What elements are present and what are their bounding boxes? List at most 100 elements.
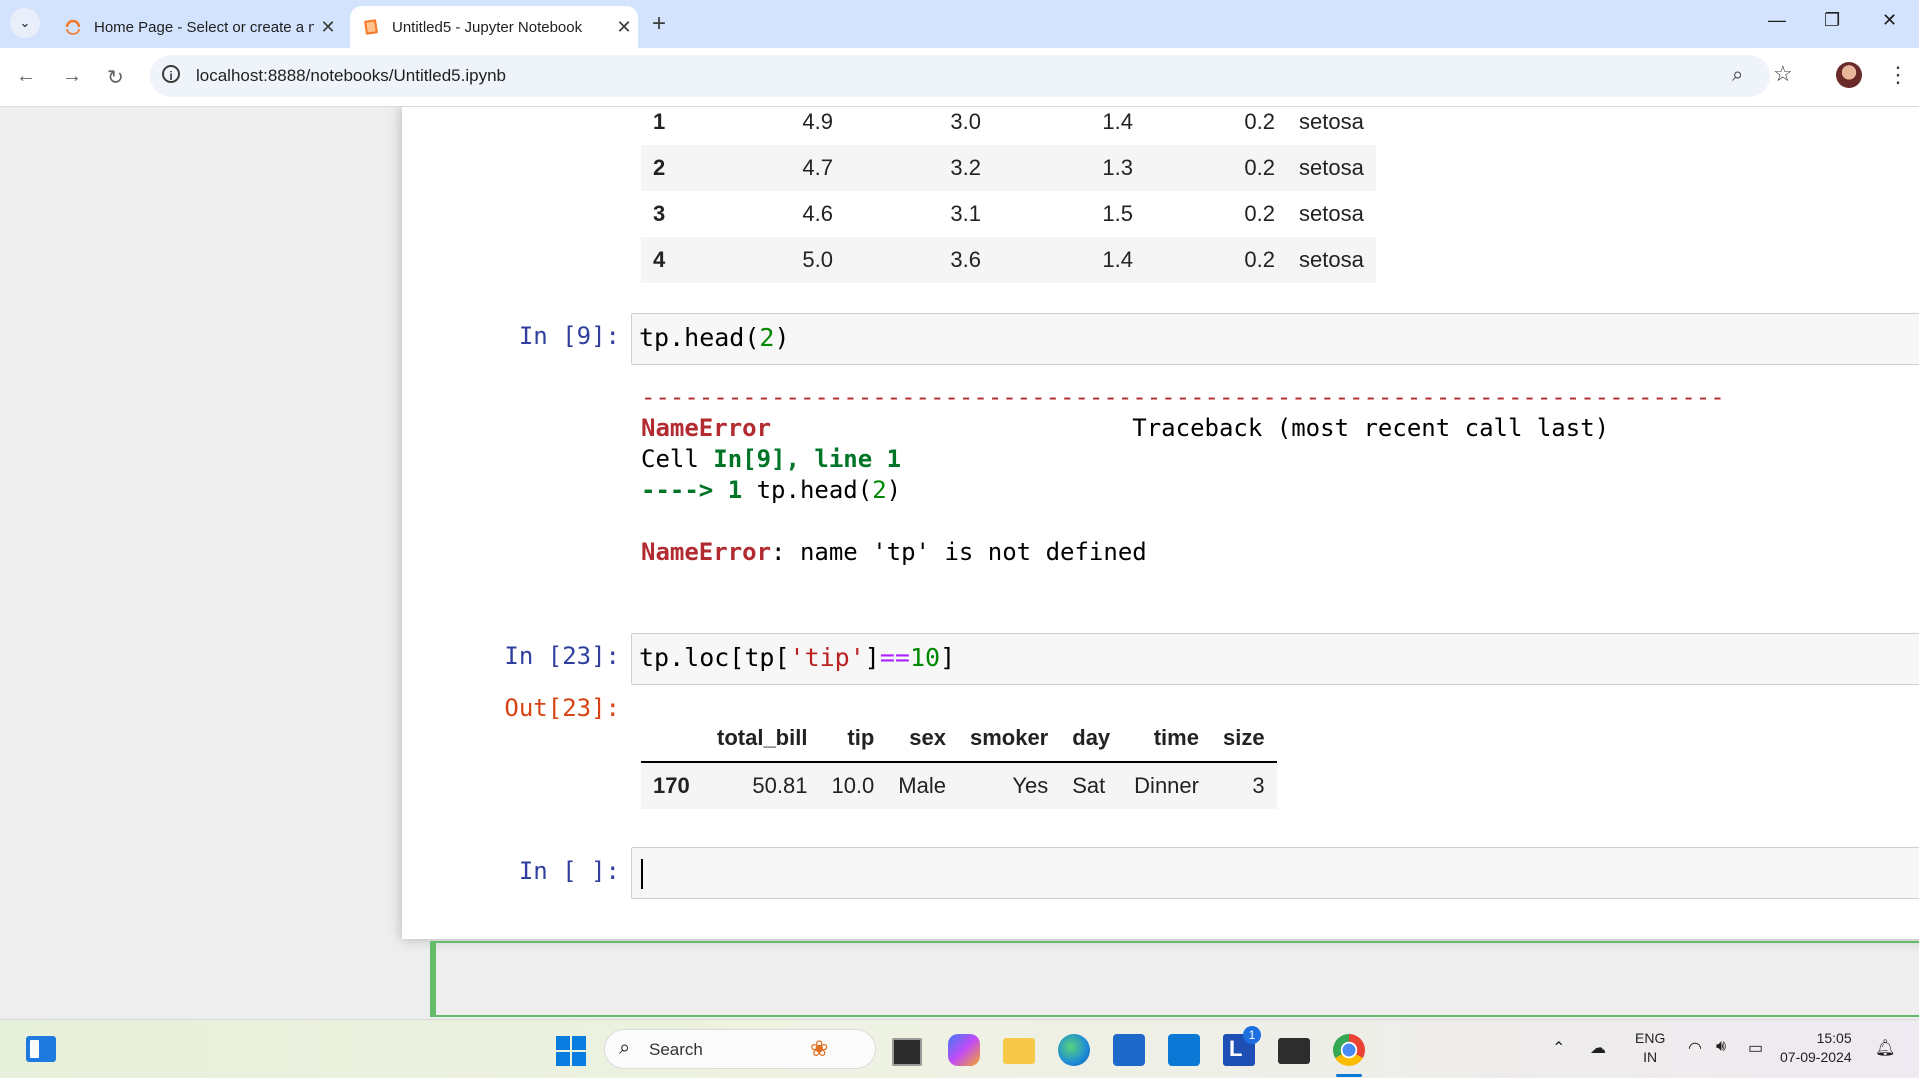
cell: 10.0 (819, 762, 887, 809)
clock[interactable]: 15:05 07-09-2024 (1780, 1029, 1852, 1067)
app-icon[interactable] (1168, 1034, 1200, 1066)
row-index: 4 (641, 237, 705, 283)
address-bar[interactable]: i localhost:8888/notebooks/Untitled5.ipy… (150, 55, 1770, 97)
jupyter-icon (65, 19, 81, 35)
address-url[interactable]: localhost:8888/notebooks/Untitled5.ipynb (196, 66, 506, 86)
edge-icon[interactable] (1058, 1034, 1090, 1066)
table-header-row: total_bill tip sex smoker day time size (641, 715, 1277, 762)
close-window-icon[interactable]: ✕ (1882, 10, 1897, 31)
chrome-icon[interactable] (1333, 1034, 1365, 1066)
cell: 1.4 (993, 237, 1145, 283)
column-header: total_bill (717, 725, 808, 750)
close-icon[interactable]: ✕ (610, 17, 638, 38)
cell: setosa (1287, 237, 1376, 283)
code-text[interactable]: tp.head(2) (639, 323, 790, 352)
cell: 3.6 (845, 237, 993, 283)
browser-toolbar: ← → ↻ i localhost:8888/notebooks/Untitle… (0, 48, 1919, 107)
restore-icon[interactable]: ❐ (1824, 10, 1840, 31)
notification-bell-icon[interactable]: 🔔︎ (1875, 1038, 1895, 1058)
tab-title: Home Page - Select or create a notebook (94, 18, 314, 36)
code-cell-input[interactable]: tp.loc[tp['tip']==10] (631, 633, 1919, 685)
cell: setosa (1299, 109, 1364, 134)
chevron-down-icon: ⌄ (19, 15, 31, 30)
tab-home-page[interactable]: Home Page - Select or create a notebook … (52, 6, 342, 48)
cell: 3 (1210, 762, 1277, 809)
language-indicator[interactable]: ENG IN (1635, 1029, 1665, 1067)
cell: 0.2 (1244, 201, 1275, 226)
store-icon[interactable] (1113, 1034, 1145, 1066)
cell: 3.0 (950, 109, 981, 134)
cell: 3.1 (950, 201, 981, 226)
selected-code-cell[interactable] (430, 941, 1919, 1017)
site-info-icon[interactable]: i (162, 65, 180, 83)
taskbar: ⌕ Search ❀ L 1 ⌃ ☁ ENG IN ◠ 🔊︎ ▭ 15:05 0… (0, 1019, 1919, 1078)
cell: setosa (1287, 145, 1376, 191)
task-view-icon[interactable] (892, 1038, 922, 1066)
cell: Sat (1060, 762, 1123, 809)
search-icon: ⌕ (619, 1037, 631, 1059)
column-header: size (1222, 725, 1265, 750)
output-prompt: Out[23]: (504, 694, 620, 722)
zoom-icon[interactable]: ⌕ (1732, 64, 1743, 87)
chevron-up-icon[interactable]: ⌃ (1552, 1038, 1565, 1058)
index-header (641, 715, 705, 762)
windows-start-icon[interactable] (556, 1036, 586, 1066)
input-prompt: In [23]: (504, 642, 620, 670)
row-index: 3 (653, 201, 666, 226)
terminal-icon[interactable] (1278, 1038, 1310, 1064)
empty-code-input[interactable] (631, 847, 1919, 899)
table-row: 1 4.9 3.0 1.4 0.2 setosa (641, 107, 1376, 145)
menu-dots-icon[interactable]: ⋮ (1887, 62, 1909, 88)
cell: 0.2 (1145, 237, 1287, 283)
cell: 1.3 (993, 145, 1145, 191)
onedrive-cloud-icon[interactable]: ☁ (1590, 1038, 1606, 1058)
code-cell-input[interactable]: tp.head(2) (631, 313, 1919, 365)
taskbar-search[interactable]: ⌕ Search ❀ (604, 1029, 876, 1069)
widgets-icon[interactable] (26, 1036, 56, 1062)
cell: 0.2 (1145, 145, 1287, 191)
row-index: 170 (641, 762, 705, 809)
table-row: 2 4.7 3.2 1.3 0.2 setosa (641, 145, 1376, 191)
cell: 4.9 (802, 109, 833, 134)
iris-dataframe: 1 4.9 3.0 1.4 0.2 setosa 2 4.7 3.2 1.3 0… (641, 107, 1376, 283)
cell: 1.5 (1102, 201, 1133, 226)
column-header: tip (847, 725, 875, 750)
reload-icon[interactable]: ↻ (107, 65, 124, 90)
forward-arrow-icon[interactable]: → (62, 65, 82, 88)
table-row: 3 4.6 3.1 1.5 0.2 setosa (641, 191, 1376, 237)
tab-untitled5[interactable]: Untitled5 - Jupyter Notebook ✕ (350, 6, 638, 48)
volume-icon[interactable]: 🔊︎ (1716, 1038, 1726, 1056)
tips-dataframe: total_bill tip sex smoker day time size … (641, 715, 1277, 809)
cell: 0.2 (1244, 109, 1275, 134)
avatar[interactable] (1836, 62, 1862, 88)
text-cursor (641, 859, 643, 889)
minimize-icon[interactable]: — (1768, 10, 1786, 31)
letter-app-icon[interactable]: L 1 (1223, 1026, 1261, 1066)
notebook-area: 1 4.9 3.0 1.4 0.2 setosa 2 4.7 3.2 1.3 0… (0, 107, 1919, 1019)
app-letter: L (1229, 1036, 1243, 1061)
notification-badge: 1 (1243, 1026, 1261, 1044)
table-row: 4 5.0 3.6 1.4 0.2 setosa (641, 237, 1376, 283)
input-prompt: In [ ]: (518, 857, 620, 885)
cell: Male (886, 762, 958, 809)
cell: Yes (957, 762, 1061, 809)
battery-icon[interactable]: ▭ (1748, 1038, 1763, 1058)
error-name-final: NameError (641, 538, 772, 566)
cell: Dinner (1122, 762, 1211, 809)
back-arrow-icon[interactable]: ← (16, 65, 36, 88)
bookmark-star-icon[interactable]: ☆ (1773, 61, 1793, 87)
wifi-icon[interactable]: ◠ (1688, 1038, 1702, 1058)
cell: 5.0 (705, 237, 845, 283)
copilot-icon[interactable] (948, 1034, 980, 1066)
column-header: time (1153, 725, 1199, 750)
traceback-header: Traceback (most recent call last) (1132, 414, 1610, 442)
error-name: NameError (641, 414, 772, 442)
column-header: day (1072, 725, 1111, 750)
cell: 50.81 (705, 762, 820, 809)
file-explorer-icon[interactable] (1003, 1038, 1035, 1064)
cell: 3.2 (845, 145, 993, 191)
tab-search-button[interactable]: ⌄ (10, 8, 40, 38)
close-icon[interactable]: ✕ (314, 17, 342, 38)
new-tab-button[interactable]: + (652, 10, 666, 38)
code-text[interactable]: tp.loc[tp['tip']==10] (639, 643, 955, 672)
